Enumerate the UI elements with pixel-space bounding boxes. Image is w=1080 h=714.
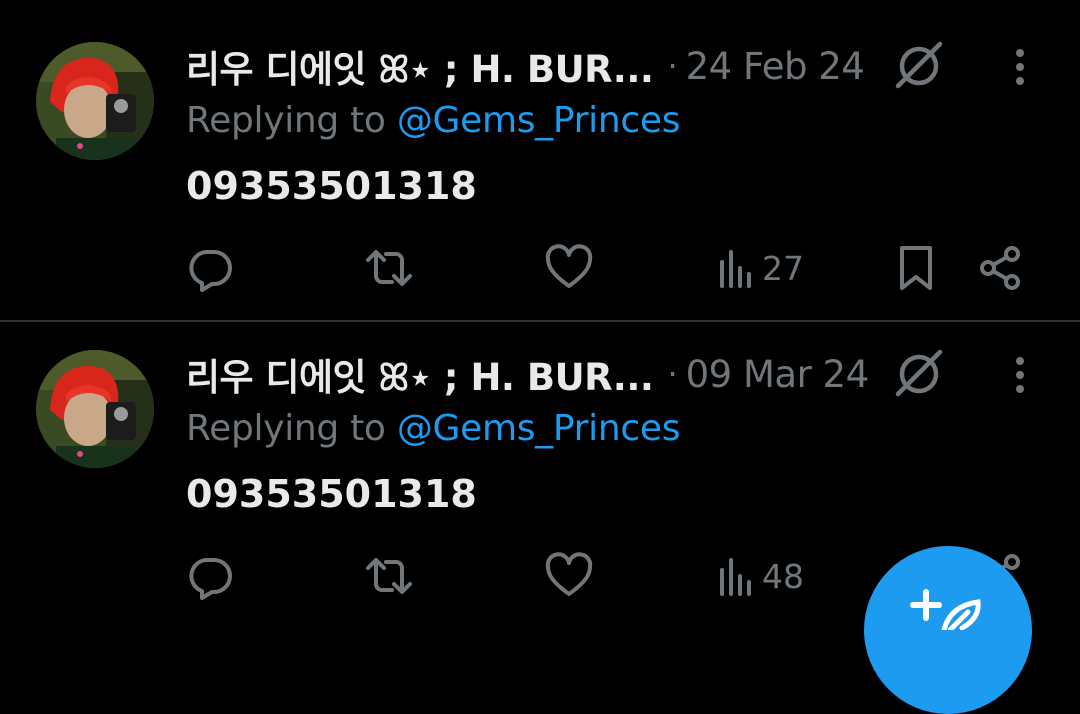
- replying-to-label: Replying to: [186, 408, 397, 449]
- replying-to-line: Replying to @Gems_Princes: [186, 100, 680, 141]
- reply-handle-link[interactable]: @Gems_Princes: [397, 100, 681, 141]
- tweet-header: 리우 디에잇 ꕤ⋆ ; H. BUR... · 09 Mar 24: [186, 348, 869, 400]
- like-button[interactable]: [544, 552, 594, 600]
- retweet-button[interactable]: [362, 244, 416, 292]
- reply-handle-link[interactable]: @Gems_Princes: [397, 408, 681, 449]
- views-button[interactable]: 48: [716, 552, 804, 600]
- reply-button[interactable]: [186, 552, 234, 600]
- more-options-icon[interactable]: [1006, 44, 1034, 90]
- views-icon: [720, 558, 751, 596]
- tweet-date[interactable]: 24 Feb 24: [686, 45, 865, 88]
- avatar[interactable]: [36, 42, 154, 160]
- views-button[interactable]: 27: [716, 244, 804, 292]
- retweet-button[interactable]: [362, 552, 416, 600]
- reply-button[interactable]: [186, 244, 234, 292]
- tweet[interactable]: 리우 디에잇 ꕤ⋆ ; H. BUR... · 24 Feb 24 Replyi…: [0, 0, 1080, 310]
- views-count: 48: [762, 556, 804, 596]
- tweet-header: 리우 디에잇 ꕤ⋆ ; H. BUR... · 24 Feb 24: [186, 39, 865, 93]
- separator-dot: ·: [667, 355, 678, 393]
- retweet-icon: [366, 250, 412, 286]
- tweet-text: 09353501318: [186, 472, 477, 516]
- like-icon: [545, 552, 593, 596]
- tweet-text: 09353501318: [186, 164, 477, 208]
- reply-icon: [189, 558, 232, 600]
- grok-icon[interactable]: [892, 38, 946, 92]
- reply-icon: [189, 250, 232, 292]
- more-options-icon[interactable]: [1006, 352, 1034, 398]
- bookmark-button[interactable]: [896, 244, 936, 292]
- replying-to-label: Replying to: [186, 100, 397, 141]
- compose-post-icon: [906, 588, 990, 634]
- like-button[interactable]: [544, 244, 594, 292]
- avatar[interactable]: [36, 350, 154, 468]
- separator-dot: ·: [667, 47, 678, 85]
- author-name[interactable]: 리우 디에잇 ꕤ⋆ ; H. BUR...: [186, 347, 654, 401]
- views-icon: [720, 250, 751, 288]
- share-icon: [980, 246, 1020, 290]
- share-button[interactable]: [978, 244, 1024, 292]
- tweet-date[interactable]: 09 Mar 24: [686, 353, 870, 396]
- grok-icon[interactable]: [892, 346, 946, 400]
- author-name[interactable]: 리우 디에잇 ꕤ⋆ ; H. BUR...: [186, 39, 654, 93]
- replying-to-line: Replying to @Gems_Princes: [186, 408, 680, 449]
- like-icon: [545, 244, 593, 288]
- retweet-icon: [366, 558, 412, 594]
- views-count: 27: [762, 248, 804, 288]
- bookmark-icon: [900, 246, 932, 290]
